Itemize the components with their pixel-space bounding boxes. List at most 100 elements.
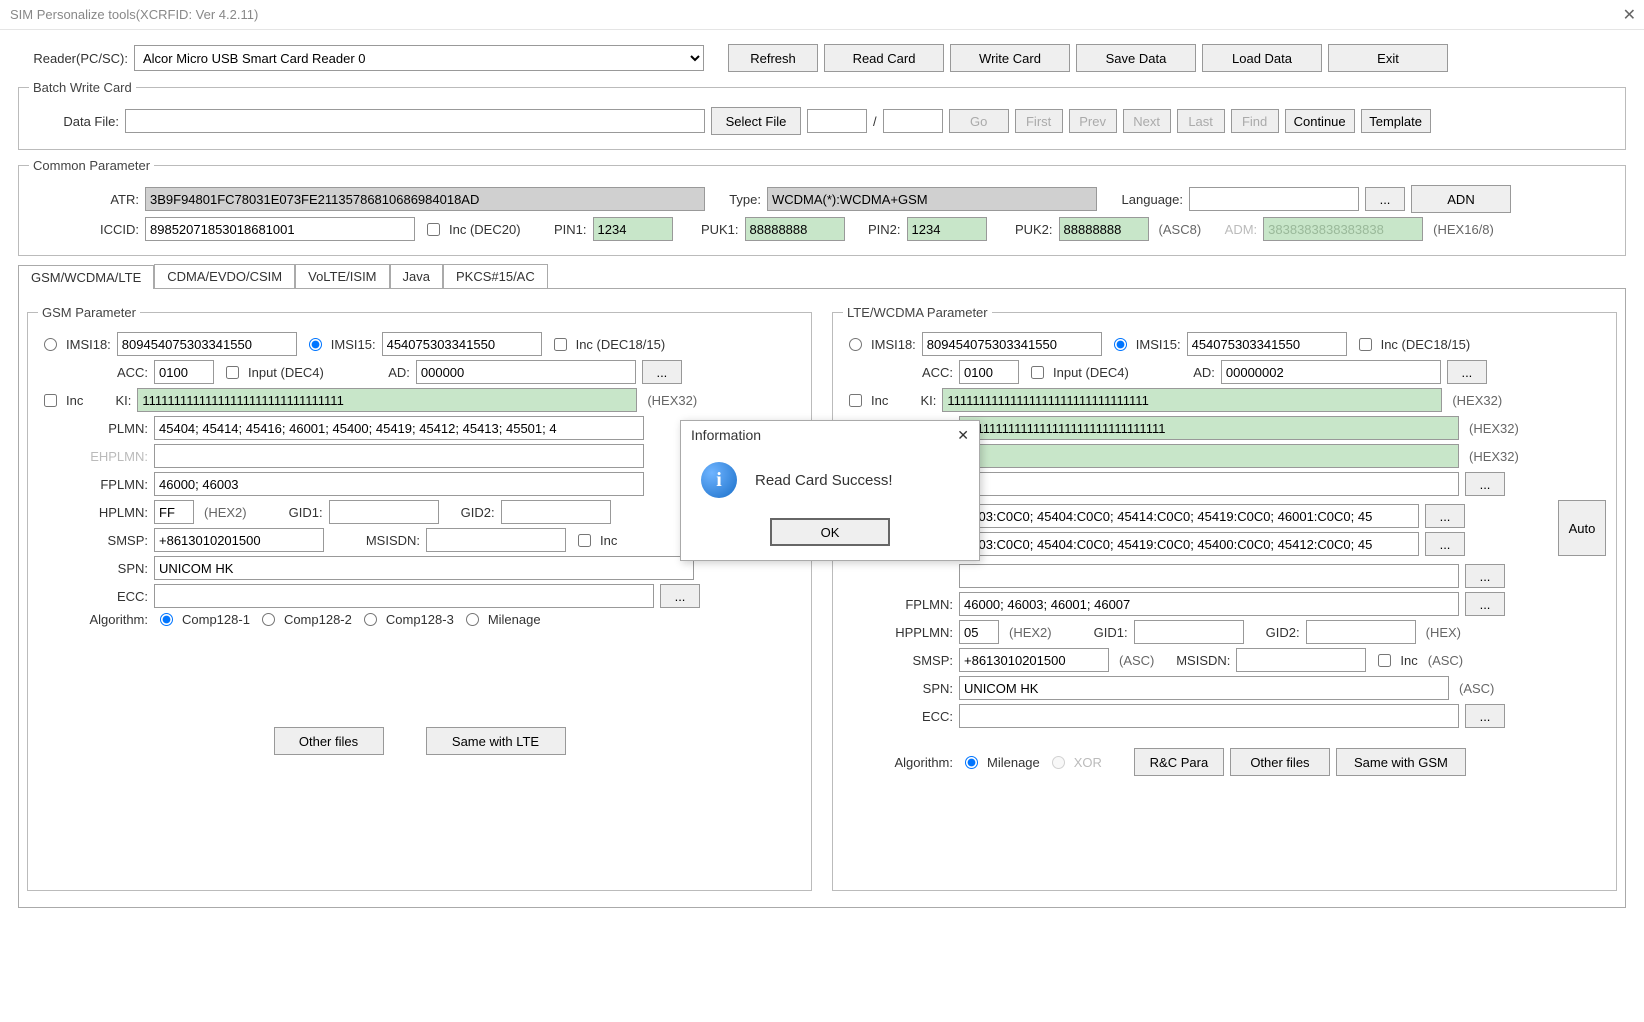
pin1-input[interactable] xyxy=(593,217,673,241)
atr-input[interactable] xyxy=(145,187,705,211)
select-file-button[interactable]: Select File xyxy=(711,107,801,135)
adm-input[interactable] xyxy=(1263,217,1423,241)
lte-msisdn-inc-checkbox[interactable] xyxy=(1378,654,1391,667)
lte-auto-button[interactable]: Auto xyxy=(1558,500,1606,556)
lte-same-gsm-button[interactable]: Same with GSM xyxy=(1336,748,1466,776)
save-data-button[interactable]: Save Data xyxy=(1076,44,1196,72)
lte-msisdn-input[interactable] xyxy=(1236,648,1366,672)
lte-hpplmn-input[interactable] xyxy=(959,620,999,644)
language-ellipsis-button[interactable]: ... xyxy=(1365,187,1405,211)
gsm-ehplmn-input[interactable] xyxy=(154,444,644,468)
gsm-gid2-input[interactable] xyxy=(501,500,611,524)
lte-partial1-input[interactable] xyxy=(959,472,1459,496)
refresh-button[interactable]: Refresh xyxy=(728,44,818,72)
lte-ki-input[interactable] xyxy=(942,388,1442,412)
pin2-input[interactable] xyxy=(907,217,987,241)
tab-cdma-evdo-csim[interactable]: CDMA/EVDO/CSIM xyxy=(154,264,295,288)
gsm-acc-input[interactable] xyxy=(154,360,214,384)
gsm-other-files-button[interactable]: Other files xyxy=(274,727,384,755)
lte-acc-input[interactable] xyxy=(959,360,1019,384)
gsm-ecc-ellipsis-button[interactable]: ... xyxy=(660,584,700,608)
gsm-alg-comp1281-radio[interactable] xyxy=(160,613,173,626)
lte-other-files-button[interactable]: Other files xyxy=(1230,748,1330,776)
gsm-ad-input[interactable] xyxy=(416,360,636,384)
gsm-gid1-input[interactable] xyxy=(329,500,439,524)
type-input[interactable] xyxy=(767,187,1097,211)
last-button[interactable]: Last xyxy=(1177,109,1225,133)
adn-button[interactable]: ADN xyxy=(1411,185,1511,213)
gsm-alg-milenage-radio[interactable] xyxy=(466,613,479,626)
lte-ad-ellipsis-button[interactable]: ... xyxy=(1447,360,1487,384)
lte-alg-milenage-radio[interactable] xyxy=(965,756,978,769)
lte-row2-ellipsis-button[interactable]: ... xyxy=(1425,532,1465,556)
gsm-ki-input[interactable] xyxy=(137,388,637,412)
next-button[interactable]: Next xyxy=(1123,109,1171,133)
gsm-imsi18-radio[interactable] xyxy=(44,338,57,351)
puk2-input[interactable] xyxy=(1059,217,1149,241)
prev-button[interactable]: Prev xyxy=(1069,109,1117,133)
lte-field3-input[interactable] xyxy=(959,444,1459,468)
first-button[interactable]: First xyxy=(1015,109,1063,133)
language-input[interactable] xyxy=(1189,187,1359,211)
dialog-ok-button[interactable]: OK xyxy=(770,518,890,546)
find-button[interactable]: Find xyxy=(1231,109,1279,133)
dialog-close-icon[interactable]: ✕ xyxy=(957,427,969,444)
lte-ecc-input[interactable] xyxy=(959,704,1459,728)
go-button[interactable]: Go xyxy=(949,109,1009,133)
lte-fplmn-input[interactable] xyxy=(959,592,1459,616)
gsm-imsi15-radio[interactable] xyxy=(309,338,322,351)
lte-input-dec4-checkbox[interactable] xyxy=(1031,366,1044,379)
lte-ecc-ellipsis-button[interactable]: ... xyxy=(1465,704,1505,728)
lte-imsi15-input[interactable] xyxy=(1187,332,1347,356)
lte-imsi18-radio[interactable] xyxy=(849,338,862,351)
exit-button[interactable]: Exit xyxy=(1328,44,1448,72)
gsm-smsp-input[interactable] xyxy=(154,528,324,552)
lte-fplmn-ellipsis-button[interactable]: ... xyxy=(1465,592,1505,616)
lte-partial3-input[interactable] xyxy=(959,564,1459,588)
lte-row2-input[interactable] xyxy=(959,532,1419,556)
gsm-inc-dec-checkbox[interactable] xyxy=(554,338,567,351)
load-data-button[interactable]: Load Data xyxy=(1202,44,1322,72)
batch-page2-input[interactable] xyxy=(883,109,943,133)
lte-opc-input[interactable] xyxy=(959,416,1459,440)
gsm-spn-input[interactable] xyxy=(154,556,694,580)
gsm-input-dec4-checkbox[interactable] xyxy=(226,366,239,379)
gsm-alg-comp1282-radio[interactable] xyxy=(262,613,275,626)
reader-select[interactable]: Alcor Micro USB Smart Card Reader 0 xyxy=(134,45,704,71)
tab-java[interactable]: Java xyxy=(390,264,443,288)
gsm-ecc-input[interactable] xyxy=(154,584,654,608)
gsm-msisdn-input[interactable] xyxy=(426,528,566,552)
batch-page1-input[interactable] xyxy=(807,109,867,133)
gsm-imsi15-input[interactable] xyxy=(382,332,542,356)
iccid-input[interactable] xyxy=(145,217,415,241)
lte-imsi18-input[interactable] xyxy=(922,332,1102,356)
inc-dec20-checkbox[interactable] xyxy=(427,223,440,236)
gsm-hplmn-input[interactable] xyxy=(154,500,194,524)
lte-partial3-ellipsis-button[interactable]: ... xyxy=(1465,564,1505,588)
lte-rc-para-button[interactable]: R&C Para xyxy=(1134,748,1224,776)
lte-ki-inc-checkbox[interactable] xyxy=(849,394,862,407)
lte-row1-ellipsis-button[interactable]: ... xyxy=(1425,504,1465,528)
tab-gsm-wcdma-lte[interactable]: GSM/WCDMA/LTE xyxy=(18,265,154,289)
gsm-ad-ellipsis-button[interactable]: ... xyxy=(642,360,682,384)
gsm-same-lte-button[interactable]: Same with LTE xyxy=(426,727,566,755)
lte-partial1-ellipsis-button[interactable]: ... xyxy=(1465,472,1505,496)
lte-smsp-input[interactable] xyxy=(959,648,1109,672)
lte-ad-input[interactable] xyxy=(1221,360,1441,384)
read-card-button[interactable]: Read Card xyxy=(824,44,944,72)
gsm-fplmn-input[interactable] xyxy=(154,472,644,496)
data-file-input[interactable] xyxy=(125,109,705,133)
lte-imsi15-radio[interactable] xyxy=(1114,338,1127,351)
gsm-alg-comp1283-radio[interactable] xyxy=(364,613,377,626)
tab-volte-isim[interactable]: VoLTE/ISIM xyxy=(295,264,389,288)
lte-row1-input[interactable] xyxy=(959,504,1419,528)
lte-spn-input[interactable] xyxy=(959,676,1449,700)
continue-button[interactable]: Continue xyxy=(1285,109,1355,133)
gsm-imsi18-input[interactable] xyxy=(117,332,297,356)
puk1-input[interactable] xyxy=(745,217,845,241)
lte-inc-dec-checkbox[interactable] xyxy=(1359,338,1372,351)
close-icon[interactable]: ✕ xyxy=(1623,5,1636,25)
template-button[interactable]: Template xyxy=(1361,109,1431,133)
lte-gid2-input[interactable] xyxy=(1306,620,1416,644)
write-card-button[interactable]: Write Card xyxy=(950,44,1070,72)
